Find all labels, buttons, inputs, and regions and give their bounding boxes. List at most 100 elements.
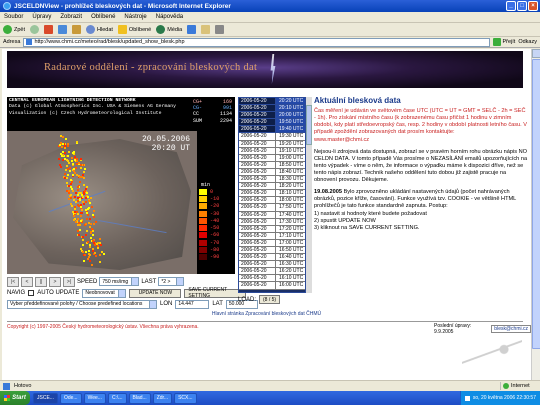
- history-button[interactable]: [187, 25, 197, 34]
- tray-icon[interactable]: [464, 395, 470, 401]
- window-controls: _ □ ×: [506, 1, 538, 11]
- last-select[interactable]: *2 >: [158, 277, 185, 286]
- time-list-item[interactable]: 2006-05-20 16:20 UTC: [239, 268, 305, 276]
- info-email-link[interactable]: www.master@chmi.cz: [314, 137, 528, 144]
- mail-button[interactable]: [201, 25, 211, 34]
- time-list-item[interactable]: 2006-05-20 17:20 UTC: [239, 225, 305, 233]
- time-list-item[interactable]: 2006-05-20 20:20 UTC: [239, 98, 305, 106]
- lightning-strike-mark: [81, 250, 84, 253]
- time-list-item[interactable]: 2006-05-20 18:00 UTC: [239, 197, 305, 205]
- time-list-item[interactable]: 2006-05-20 17:40 UTC: [239, 211, 305, 219]
- menu-soubor[interactable]: Soubor: [4, 14, 23, 20]
- taskbar-task[interactable]: C:\...: [107, 392, 127, 404]
- media-button[interactable]: Média: [156, 25, 182, 34]
- time-list-item[interactable]: 2006-05-20 17:50 UTC: [239, 204, 305, 212]
- time-item-date: 2006-05-20: [239, 119, 276, 127]
- favorites-button[interactable]: Oblíbené: [117, 25, 151, 34]
- time-list-item[interactable]: 2006-05-20 19:20 UTC: [239, 140, 305, 148]
- scroll-up-button[interactable]: [532, 49, 540, 58]
- next-frame-button[interactable]: >: [49, 276, 61, 287]
- pause-button[interactable]: ||: [35, 276, 47, 287]
- maximize-button[interactable]: □: [517, 1, 527, 11]
- time-list-item[interactable]: 2006-05-20 17:10 UTC: [239, 232, 305, 240]
- print-button[interactable]: [215, 25, 225, 34]
- scroll-thumb[interactable]: [532, 59, 540, 349]
- lightning-strike-mark: [82, 177, 85, 180]
- time-list-item[interactable]: 2006-05-20 16:30 UTC: [239, 261, 305, 269]
- time-list-item[interactable]: 2006-05-20 19:10 UTC: [239, 147, 305, 155]
- time-list[interactable]: 2006-05-20 20:20 UTC 2006-05-20 20:10 UTC 20…: [238, 97, 306, 293]
- minimize-button[interactable]: _: [506, 1, 516, 11]
- taskbar-task[interactable]: SCX...: [174, 392, 197, 404]
- time-list-item[interactable]: 2006-05-20 19:40 UTC: [239, 126, 305, 134]
- lightning-strike-mark: [88, 226, 91, 229]
- lightning-strike-mark: [90, 222, 93, 225]
- mail-icon: [201, 25, 211, 34]
- window-titlebar[interactable]: JSCELDNView - prohlížeč bleskových dat -…: [0, 0, 540, 12]
- lightning-strike-mark: [93, 222, 96, 225]
- time-item-time: 18:10 UTC: [276, 190, 305, 198]
- main-page-link[interactable]: Hlavní stránka Zpracování bleskových dat…: [2, 311, 531, 317]
- time-list-item[interactable]: 2006-05-20 18:30 UTC: [239, 176, 305, 184]
- lightning-strike-mark: [98, 260, 101, 263]
- first-frame-button[interactable]: |<: [7, 276, 19, 287]
- lon-input[interactable]: 14.447: [175, 299, 210, 309]
- location-select[interactable]: Vyber předdefinované polohy / Choose pre…: [7, 299, 157, 309]
- time-list-item[interactable]: 2006-05-20 20:00 UTC: [239, 112, 305, 120]
- time-item-time: 19:50 UTC: [276, 119, 305, 127]
- forward-button[interactable]: [30, 25, 40, 34]
- menu-upravy[interactable]: Úpravy: [32, 14, 51, 20]
- time-list-item[interactable]: 2006-05-20 19:50 UTC: [239, 119, 305, 127]
- update-now-button[interactable]: UPDATE NOW: [129, 288, 182, 298]
- auto-update-select[interactable]: Neobnovovat: [82, 288, 127, 298]
- time-list-scrollbar[interactable]: [306, 97, 312, 293]
- time-list-item[interactable]: 2006-05-20 18:50 UTC: [239, 161, 305, 169]
- time-list-item[interactable]: 2006-05-20 16:50 UTC: [239, 246, 305, 255]
- go-button[interactable]: Přejít: [492, 38, 515, 46]
- lightning-strike-mark: [60, 166, 63, 169]
- taskbar-task[interactable]: Zdr...: [152, 392, 173, 404]
- time-item-time: 18:30 UTC: [276, 176, 305, 184]
- time-list-item[interactable]: 2006-05-20 18:40 UTC: [239, 168, 305, 177]
- close-button[interactable]: ×: [528, 1, 538, 11]
- address-input[interactable]: http://www.chmi.cz/meteo/rad/blesk/updat…: [23, 37, 490, 47]
- time-item-date: 2006-05-20: [239, 282, 276, 290]
- menu-nastroje[interactable]: Nástroje: [124, 14, 146, 20]
- start-button[interactable]: Start: [0, 391, 30, 405]
- menu-oblibene[interactable]: Oblíbené: [91, 14, 115, 20]
- time-list-item[interactable]: 2006-05-20 18:20 UTC: [239, 183, 305, 191]
- last-frame-button[interactable]: >|: [63, 276, 75, 287]
- time-list-item[interactable]: 2006-05-20 16:40 UTC: [239, 254, 305, 262]
- page-scrollbar[interactable]: [531, 49, 540, 380]
- search-button[interactable]: Hledat: [86, 25, 113, 34]
- time-list-item[interactable]: 2006-05-20 19:00 UTC: [239, 154, 305, 162]
- search-icon: [86, 25, 96, 34]
- back-button[interactable]: Zpět: [3, 25, 25, 34]
- lightning-strike-mark: [77, 204, 80, 207]
- lightning-strike-mark: [93, 215, 96, 218]
- taskbar-task[interactable]: Wee...: [83, 392, 106, 404]
- lightning-strike-mark: [58, 143, 61, 146]
- prev-frame-button[interactable]: <: [21, 276, 33, 287]
- stop-button[interactable]: [44, 25, 54, 34]
- time-list-item[interactable]: 2006-05-20 17:30 UTC: [239, 218, 305, 226]
- speed-select[interactable]: 750 ms/img: [99, 277, 140, 286]
- taskbar-task[interactable]: JSCE...: [33, 392, 58, 404]
- navig-checkbox[interactable]: [28, 290, 35, 296]
- time-list-item[interactable]: 2006-05-20 18:10 UTC: [239, 190, 305, 198]
- time-list-item[interactable]: 2006-05-20 16:00 UTC: [239, 282, 305, 290]
- links-button[interactable]: Odkazy: [518, 39, 537, 45]
- time-list-item[interactable]: 2006-05-20 17:00 UTC: [239, 239, 305, 247]
- lightning-strike-mark: [64, 152, 67, 155]
- time-list-scroll-thumb[interactable]: [306, 105, 312, 145]
- home-button[interactable]: [72, 25, 82, 34]
- taskbar-task[interactable]: Ode...: [59, 392, 82, 404]
- load-status[interactable]: (8 / 5): [259, 295, 281, 304]
- time-list-item[interactable]: 2006-05-20 20:10 UTC: [239, 105, 305, 113]
- time-list-item[interactable]: 2006-05-20 19:30 UTC: [239, 133, 305, 141]
- menu-napoveda[interactable]: Nápověda: [156, 14, 183, 20]
- taskbar-task[interactable]: Blad...: [128, 392, 151, 404]
- menu-zobrazit[interactable]: Zobrazit: [60, 14, 82, 20]
- refresh-button[interactable]: [58, 25, 68, 34]
- time-list-item[interactable]: 2006-05-20 16:10 UTC: [239, 275, 305, 283]
